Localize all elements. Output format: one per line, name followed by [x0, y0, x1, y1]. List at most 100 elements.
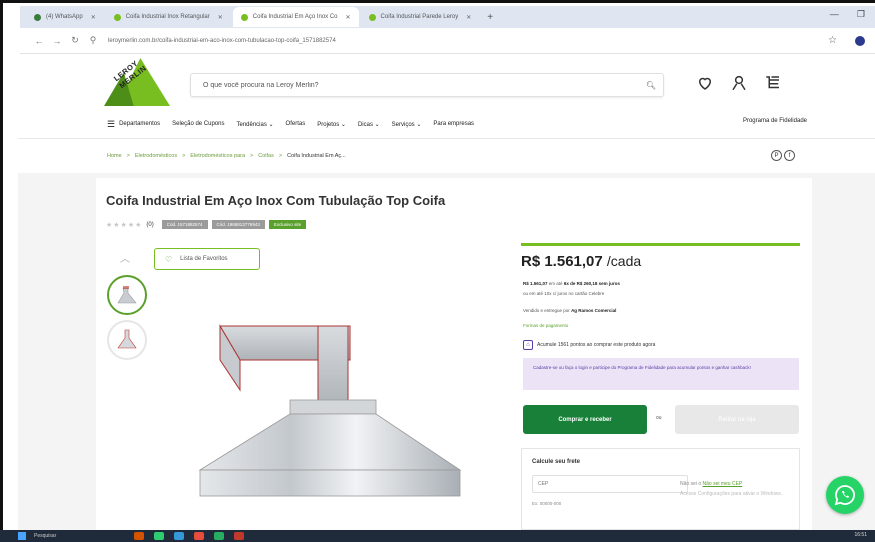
whatsapp-button[interactable]: [826, 476, 864, 514]
product-image[interactable]: [190, 320, 480, 506]
product-price: R$ 1.561,07 /cada: [521, 253, 641, 270]
whatsapp-icon: [834, 485, 855, 506]
product-title: Coifa Industrial Em Aço Inox Com Tubulaç…: [106, 193, 446, 208]
leroy-merlin-logo[interactable]: LEROY MERLIN: [104, 58, 170, 106]
site-info-icon[interactable]: ⚲: [84, 35, 102, 46]
whatsapp-favicon-icon: [34, 13, 41, 21]
payment-link-label: Formas de pagamento: [523, 323, 569, 328]
forward-icon[interactable]: →: [48, 36, 66, 46]
taskbar-app-icon[interactable]: [174, 532, 184, 540]
leroy-favicon-icon: [368, 13, 376, 21]
user-icon[interactable]: [730, 74, 748, 92]
shipping-title: Calcule seu frete: [532, 459, 581, 465]
gallery-thumbnail[interactable]: [107, 320, 147, 360]
breadcrumb-separator: >: [250, 153, 254, 159]
browser-tab-active[interactable]: Coifa Industrial Em Aço Inox Co ✕: [232, 7, 359, 27]
browser-tab[interactable]: Coifa Industrial Parede Leroy ✕: [361, 7, 480, 27]
gallery-thumbnail[interactable]: [107, 275, 147, 315]
nav-item-fidelidade[interactable]: Programa de Fidelidade: [743, 118, 807, 124]
divider: [18, 138, 875, 139]
pickup-button[interactable]: Retirar na loja: [675, 405, 799, 434]
loyalty-promo-banner[interactable]: Cadastre-se ou faça o login e participe …: [523, 358, 799, 390]
taskbar-app-icon[interactable]: [234, 532, 244, 540]
exclusive-badge: Exclusivo site: [268, 220, 307, 229]
tab-label: Coifa Industrial Inox Retangular: [125, 14, 210, 20]
nav-item-servicos[interactable]: Serviços ⌄: [392, 121, 422, 128]
payment-methods-link[interactable]: Formas de pagamento: [523, 323, 568, 328]
taskbar-app-icon[interactable]: [154, 532, 164, 540]
leroy-favicon-icon: [113, 13, 121, 21]
unknown-cep-link[interactable]: Não sei o Não sei meu CEP: [680, 481, 742, 487]
installments-line: R$ 1.561,07 em até 6x de R$ 260,18 sem j…: [523, 281, 620, 286]
leroy-favicon-icon: [240, 13, 248, 21]
cep-link-prefix: Não sei o: [680, 481, 702, 487]
points-text: Acumule 1561 pontos ao comprar este prod…: [537, 342, 656, 348]
close-icon[interactable]: ✕: [466, 14, 471, 21]
product-ean-badge: Cód. 1968813776943: [211, 220, 265, 229]
bookmark-star-icon[interactable]: ☆: [828, 35, 837, 46]
favorites-label: Lista de Favoritos: [180, 256, 228, 262]
back-icon[interactable]: ←: [30, 36, 48, 46]
breadcrumb-home[interactable]: Home: [107, 153, 122, 159]
breadcrumb-item[interactable]: Eletrodomésticos para: [190, 153, 245, 159]
breadcrumb-item[interactable]: Coifas: [258, 153, 274, 159]
cep-input[interactable]: [532, 475, 688, 493]
chevron-up-icon[interactable]: ︿: [120, 250, 130, 265]
taskbar-clock: 16:51: [854, 532, 867, 538]
hood-thumbnail-icon: [117, 286, 137, 304]
seller-line: Vendido e entregue por Ag Ramos Comercia…: [523, 308, 616, 313]
price-small: R$ 1.561,07: [523, 281, 548, 286]
breadcrumb: Home > Eletrodomésticos > Eletrodoméstic…: [107, 153, 346, 159]
browser-tab[interactable]: Coifa Industrial Inox Retangular ✕: [106, 7, 231, 27]
maximize-icon[interactable]: ❐: [857, 9, 865, 20]
header-icons: [696, 74, 782, 92]
nav-item-empresas[interactable]: Para empresas: [433, 121, 474, 127]
taskbar-app-icon[interactable]: [214, 532, 224, 540]
minimize-icon[interactable]: —: [830, 9, 839, 20]
close-icon[interactable]: ✕: [218, 14, 223, 21]
cep-example: Ex: 00000-000: [532, 501, 562, 506]
taskbar-app-icon[interactable]: [194, 532, 204, 540]
seller-name[interactable]: Ag Ramos Comercial: [571, 308, 616, 313]
nav-item-cupons[interactable]: Seleção de Cupons: [172, 121, 224, 127]
search-icon[interactable]: 🔍︎: [639, 81, 663, 90]
search-input[interactable]: [203, 81, 639, 89]
or-label: ou: [656, 415, 662, 421]
seller-prefix: Vendido e entregue por: [523, 308, 570, 313]
breadcrumb-item[interactable]: Eletrodomésticos: [135, 153, 177, 159]
taskbar-app-icon[interactable]: [134, 532, 144, 540]
buy-and-receive-button[interactable]: Comprar e receber: [523, 405, 647, 434]
taskbar-search[interactable]: Pesquisar: [34, 533, 134, 539]
add-to-favorites-button[interactable]: ♡ Lista de Favoritos: [154, 248, 260, 270]
url-field[interactable]: leroymerlin.com.br/coifa-industrial-em-a…: [108, 38, 828, 44]
windows-start-icon[interactable]: [18, 532, 26, 540]
hood-thumbnail-icon: [117, 329, 137, 349]
shipping-calculator: Calcule seu frete Não sei o Não sei meu …: [521, 448, 800, 530]
new-tab-button[interactable]: +: [481, 12, 499, 23]
nav-item-departamentos[interactable]: Departamentos: [119, 121, 160, 127]
rating-stars-icon[interactable]: ★★★★★: [106, 221, 142, 229]
hamburger-icon[interactable]: ☰: [107, 119, 115, 130]
tab-label: (4) WhatsApp: [46, 14, 83, 20]
breadcrumb-current: Coifa Industrial Em Aç...: [287, 153, 346, 159]
nav-item-dicas[interactable]: Dicas ⌄: [358, 121, 380, 128]
tab-label: Coifa Industrial Parede Leroy: [380, 14, 459, 20]
breadcrumb-separator: >: [278, 153, 283, 159]
nav-item-ofertas[interactable]: Ofertas: [286, 121, 306, 127]
review-count[interactable]: (0): [146, 222, 153, 228]
heart-icon[interactable]: [696, 74, 714, 92]
rating-row: ★★★★★ (0) Cód. 1571882574 Cód. 196881377…: [106, 220, 307, 229]
pinterest-icon[interactable]: P: [771, 150, 782, 161]
browser-tab[interactable]: (4) WhatsApp ✕: [26, 7, 104, 27]
close-icon[interactable]: ✕: [346, 14, 351, 21]
windows-activation-watermark: Acesse Configurações para ativar o Windo…: [680, 491, 783, 497]
nav-item-tendencias[interactable]: Tendências ⌄: [236, 121, 273, 128]
product-code-badge: Cód. 1571882574: [161, 220, 208, 229]
close-icon[interactable]: ✕: [91, 14, 96, 21]
reload-icon[interactable]: ↻: [66, 35, 84, 46]
profile-avatar[interactable]: [855, 35, 865, 46]
cart-icon[interactable]: [764, 74, 782, 92]
facebook-icon[interactable]: f: [784, 150, 795, 161]
share-icons: P f: [771, 150, 795, 161]
nav-item-projetos[interactable]: Projetos ⌄: [317, 121, 346, 128]
